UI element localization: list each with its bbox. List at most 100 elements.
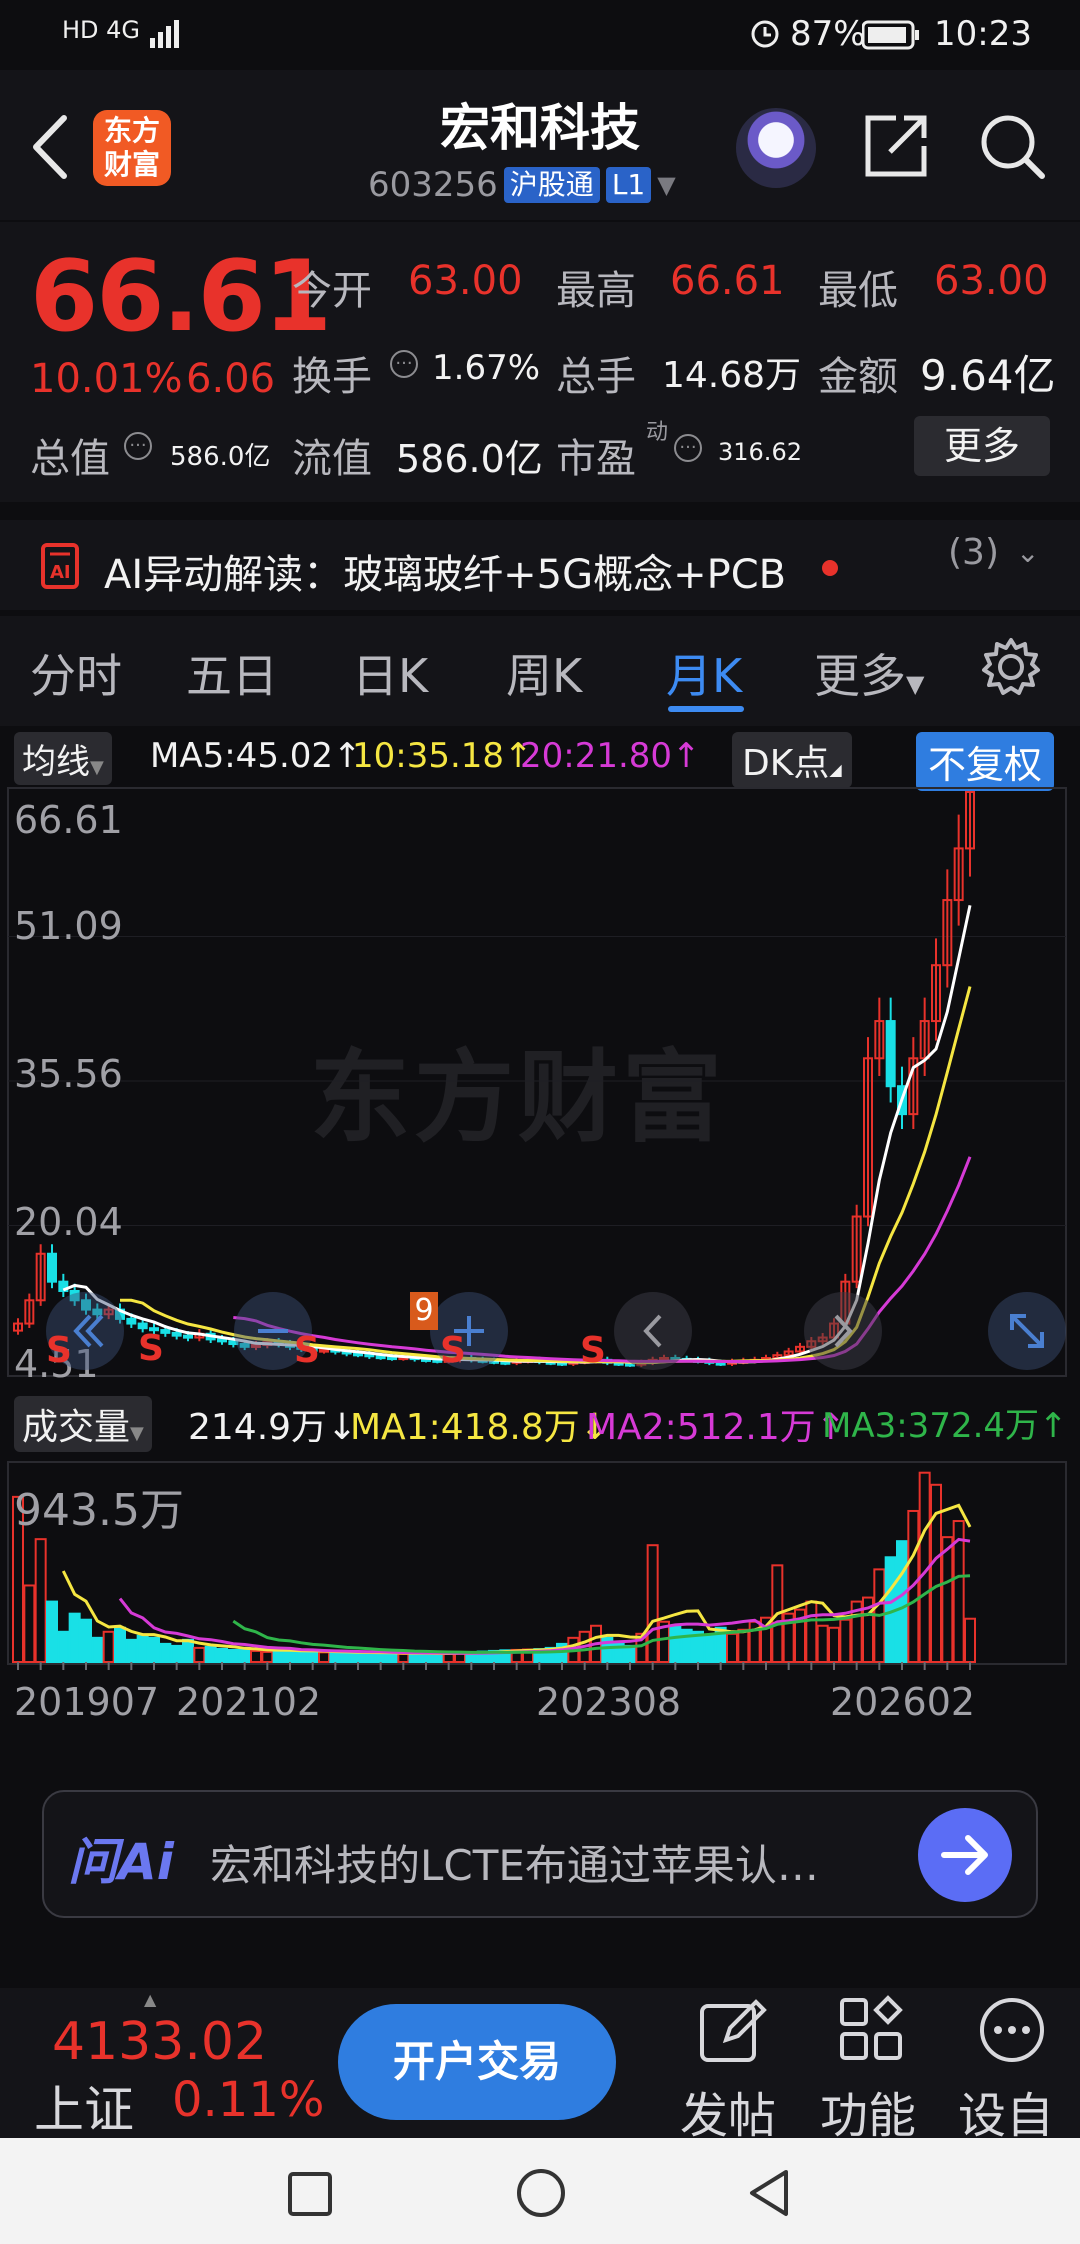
scroll-right-icon[interactable] xyxy=(804,1292,882,1370)
dropdown-icon: ▼ xyxy=(657,171,676,199)
functions-label[interactable]: 功能 xyxy=(820,2076,916,2146)
dk-point-label: DK点 xyxy=(742,743,830,784)
volume-bar xyxy=(306,1650,319,1663)
unread-dot xyxy=(822,560,838,576)
float-value: 586.0亿 xyxy=(396,437,543,481)
volume-bar xyxy=(102,1630,115,1663)
send-arrow-icon[interactable] xyxy=(918,1808,1012,1902)
volume-bar xyxy=(669,1624,682,1663)
tab-five-day[interactable]: 五日 xyxy=(186,640,278,706)
settings-label[interactable]: 设自 xyxy=(958,2076,1054,2146)
post-icon[interactable] xyxy=(696,1994,768,2070)
index-value[interactable]: 4133.02 xyxy=(52,2012,267,2072)
candle-body xyxy=(885,1020,896,1088)
connect-tag: 沪股通 xyxy=(503,167,600,203)
candle-body xyxy=(47,1252,57,1283)
volume-bar xyxy=(57,1630,70,1663)
volume-bar xyxy=(114,1626,126,1663)
info-icon[interactable]: ··· xyxy=(390,350,418,378)
chevron-down-icon[interactable]: ⌄ xyxy=(1016,536,1039,569)
candle-body xyxy=(319,1348,329,1353)
more-dots-icon[interactable] xyxy=(976,1994,1048,2070)
tab-intraday[interactable]: 分时 xyxy=(30,640,122,706)
sell-marker: S xyxy=(294,1330,320,1371)
tab-daily-k[interactable]: 日K xyxy=(352,640,428,706)
stock-subline[interactable]: 603256 沪股通 L1 ▼ xyxy=(368,165,676,205)
last-price: 66.61 xyxy=(30,240,332,354)
date-tick: 202602 xyxy=(830,1680,976,1724)
info-icon[interactable]: ··· xyxy=(674,434,702,462)
volume-bar xyxy=(295,1649,308,1664)
volume-bar xyxy=(227,1648,240,1663)
low-label: 最低 xyxy=(818,268,898,314)
search-icon[interactable] xyxy=(976,110,1048,182)
tab-weekly-k[interactable]: 周K xyxy=(506,640,582,706)
turnover-label: 换手 xyxy=(292,354,372,400)
volume-bar xyxy=(34,1538,47,1663)
recent-apps-icon[interactable] xyxy=(286,2170,334,2222)
robot-avatar-icon[interactable] xyxy=(736,108,816,188)
ma5-legend: MA5:45.02↑ xyxy=(150,736,362,776)
fullscreen-icon[interactable] xyxy=(988,1292,1066,1370)
scroll-left-icon[interactable] xyxy=(614,1292,692,1370)
amount-label: 金额 xyxy=(818,354,898,400)
functions-icon[interactable] xyxy=(836,1994,908,2070)
volume-bar xyxy=(193,1646,206,1663)
change-pct: 10.01% xyxy=(30,356,183,402)
change-amount: 6.06 xyxy=(186,356,276,402)
kline-chart[interactable] xyxy=(0,786,1080,1386)
volume-bar xyxy=(363,1651,376,1663)
volume-bar xyxy=(91,1636,104,1663)
info-icon[interactable]: ··· xyxy=(124,432,152,460)
open-account-button[interactable]: 开户交易 xyxy=(338,2004,616,2120)
more-quote-button[interactable]: 更多 xyxy=(914,416,1050,476)
dk-point-button[interactable]: DK点◢ xyxy=(732,732,852,788)
nine-turn-marker: 9 xyxy=(410,1292,438,1330)
status-bar: HD 4G 87% 10:23 xyxy=(0,0,1080,70)
index-name: 上证 xyxy=(34,2081,134,2139)
share-icon[interactable] xyxy=(860,110,932,182)
no-adjust-button[interactable]: 不复权 xyxy=(916,732,1055,791)
volume-bar xyxy=(805,1600,818,1663)
gear-icon[interactable] xyxy=(980,636,1042,702)
volume-bar xyxy=(703,1634,716,1663)
vol-ma1-line xyxy=(61,1503,972,1655)
home-icon[interactable] xyxy=(514,2166,568,2224)
price-tick-2: 51.09 xyxy=(14,904,123,948)
volume-bar xyxy=(318,1651,330,1663)
ma-selector[interactable]: 均线▼ xyxy=(14,732,112,785)
post-label[interactable]: 发帖 xyxy=(680,2076,776,2146)
volume-bar xyxy=(896,1540,908,1663)
volume-bar xyxy=(148,1636,160,1663)
turnover-value: 1.67% xyxy=(432,348,541,388)
tab-monthly-k[interactable]: 月K xyxy=(666,640,742,706)
tab-more[interactable]: 更多▼ xyxy=(814,640,924,706)
volume-label: 总手 xyxy=(556,354,636,400)
ai-insight-text[interactable]: AI异动解读：玻璃玻纤+5G概念+PCB xyxy=(104,542,786,600)
dropdown-icon: ▼ xyxy=(130,1423,144,1444)
volume-value: 14.68万 xyxy=(662,355,802,396)
sell-marker: S xyxy=(440,1330,466,1371)
price-tick-4: 20.04 xyxy=(14,1200,123,1244)
ai-document-icon: AI xyxy=(40,542,82,594)
battery-icon xyxy=(861,20,920,54)
volume-bar xyxy=(431,1652,444,1663)
ma-selector-label: 均线 xyxy=(22,742,90,782)
signal-icon xyxy=(150,18,184,52)
ask-ai-prompt[interactable]: 宏和科技的LCTE布通过苹果认… xyxy=(210,1832,819,1893)
volume-bar xyxy=(182,1638,194,1663)
ma20-legend: 20:21.80↑ xyxy=(520,736,701,776)
volume-selector-label: 成交量 xyxy=(22,1407,131,1448)
volume-selector[interactable]: 成交量▼ xyxy=(14,1396,152,1452)
volume-bar xyxy=(136,1634,149,1663)
price-tick-3: 35.56 xyxy=(14,1052,123,1096)
back-nav-icon[interactable] xyxy=(744,2166,792,2224)
volume-bar xyxy=(216,1647,228,1664)
alarm-icon xyxy=(748,16,782,54)
ai-count: (3) xyxy=(948,532,999,573)
vol-ma3-legend: MA3:372.4万↑ xyxy=(822,1406,1068,1446)
high-value: 66.61 xyxy=(670,258,785,304)
sell-marker: S xyxy=(46,1330,72,1371)
price-tick-max: 66.61 xyxy=(14,798,123,842)
volume-bar xyxy=(329,1651,342,1664)
